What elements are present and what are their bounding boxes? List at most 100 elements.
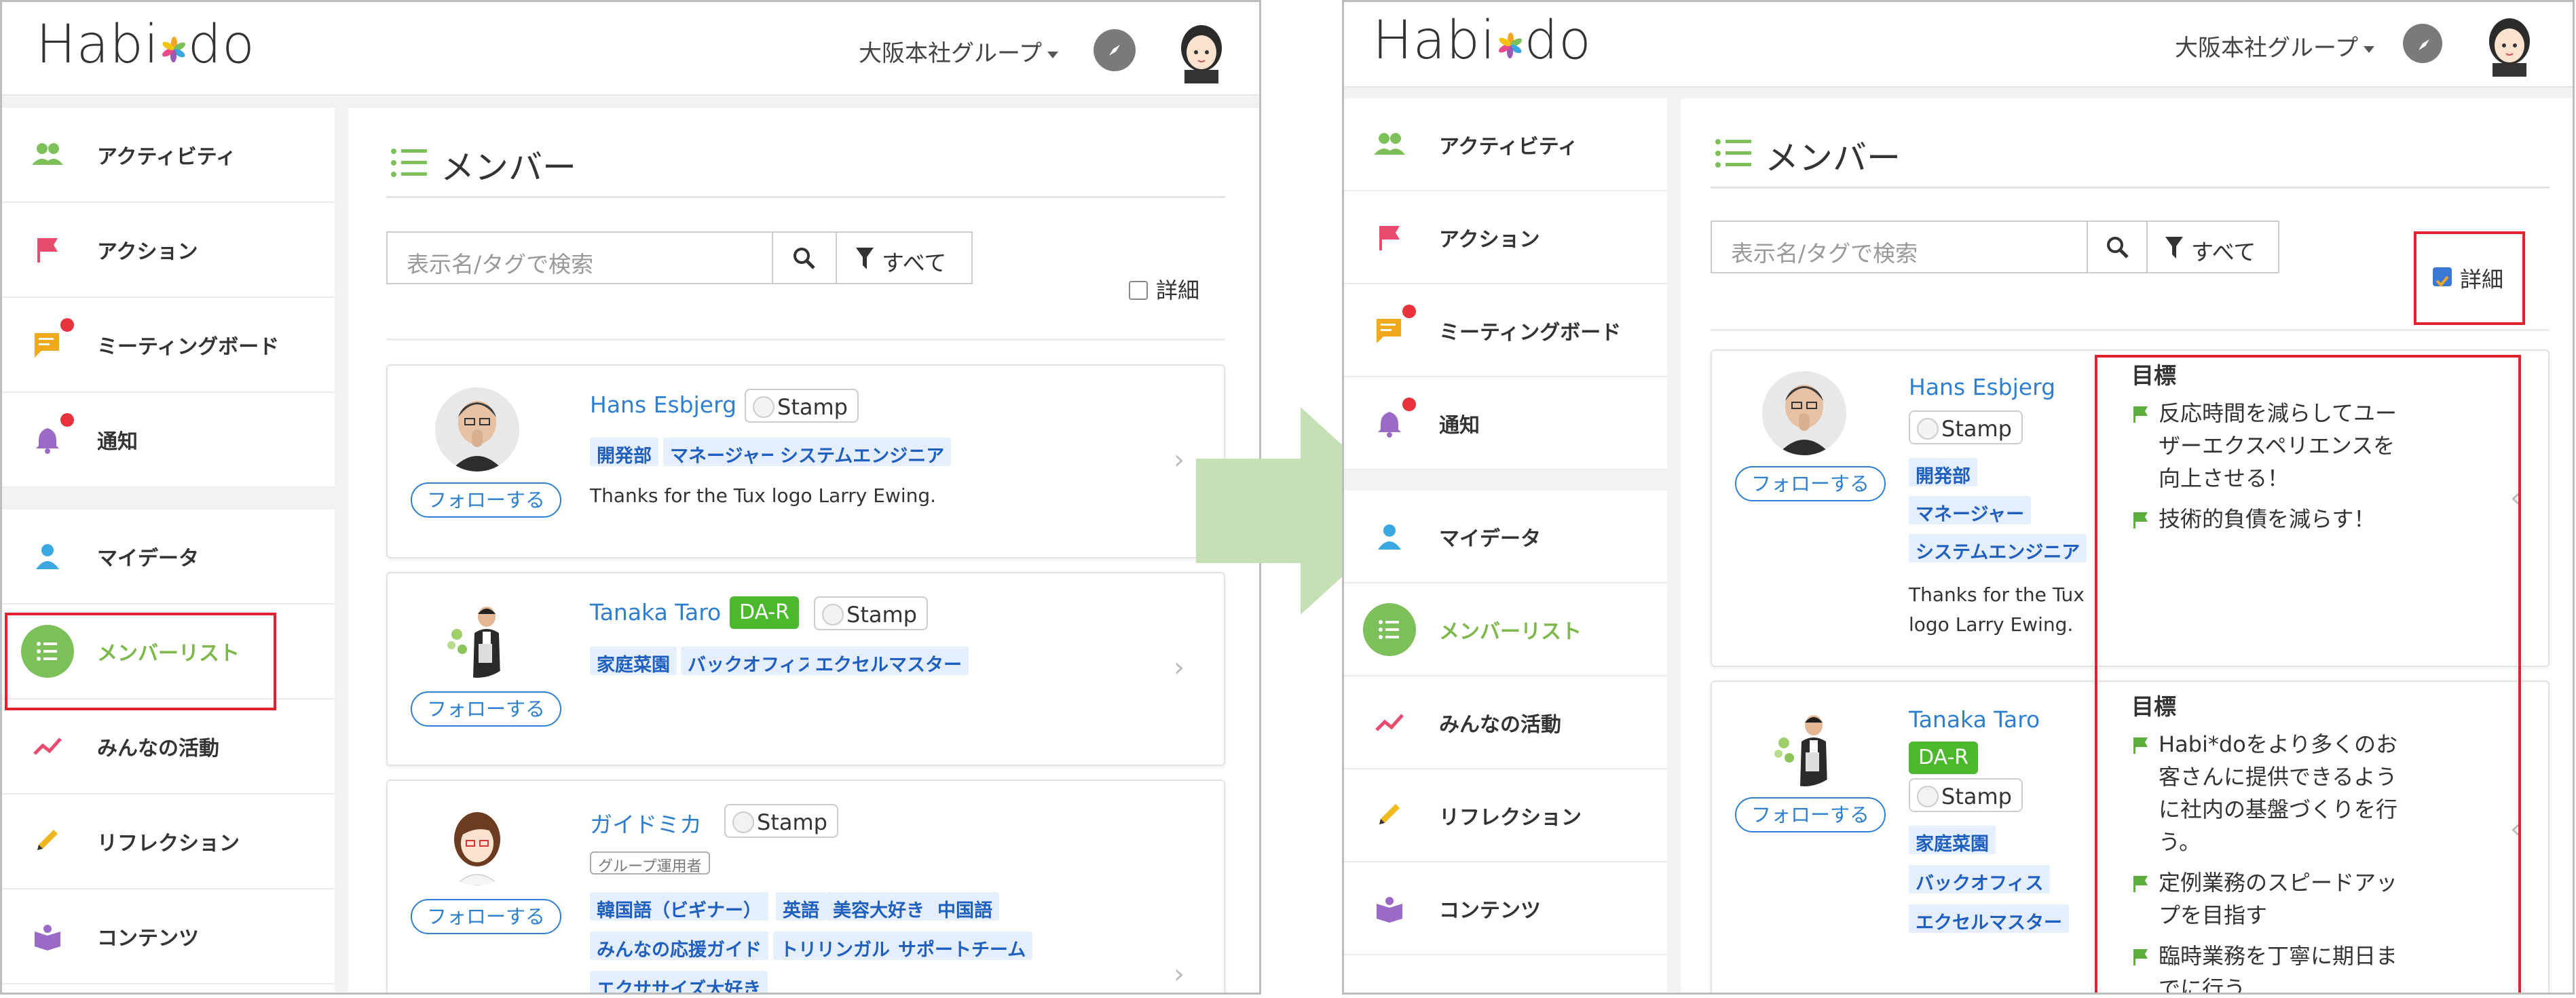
checkbox-box [1129,281,1148,300]
nav-action[interactable]: アクション [2,203,335,298]
nav-action[interactable]: アクション [1344,191,1667,284]
stamp-button[interactable]: Stamp [1909,778,2023,812]
member-tag[interactable]: 家庭菜園 [1909,826,1996,855]
habido-logo[interactable]: Habi do [1373,10,1592,71]
filter-button[interactable]: すべて [2146,220,2279,273]
member-message: Thanks for the Tux logo Larry Ewing. [1909,580,2085,640]
stamp-button[interactable]: Stamp [814,596,928,630]
pencil-icon [37,830,58,850]
message-line: logo Larry Ewing. [1909,613,2074,636]
member-card[interactable]: フォローする ガイドミカ Stamp グループ運用者 韓国語（ビギナー） 英語 … [386,780,1225,993]
person-icon [1378,524,1401,550]
habido-logo[interactable]: Habi do [36,14,255,75]
nav-contents[interactable]: コンテンツ [1344,862,1667,955]
nav-label: 通知 [97,430,138,454]
member-tag[interactable]: 開発部 [1909,458,1977,487]
bell-icon [1378,411,1401,438]
member-photo [435,594,519,678]
highlight-goals [2095,355,2521,993]
member-tag[interactable]: サポートチーム [891,932,1033,961]
bell-icon [36,428,59,454]
nav-meeting-board[interactable]: ミーティングボード [1344,284,1667,377]
member-name[interactable]: ガイドミカ [590,807,702,839]
search-input[interactable]: 表示名/タグで検索 [386,231,773,284]
member-tag[interactable]: 家庭菜園 [590,647,677,676]
group-badge: DA-R [1909,742,1979,774]
book-icon [35,925,60,951]
member-tag[interactable]: 中国語 [931,892,999,921]
compass-icon[interactable] [2403,24,2442,63]
member-name[interactable]: Tanaka Taro [590,599,721,626]
search-button[interactable] [772,231,837,284]
follow-button[interactable]: フォローする [411,482,561,518]
member-tag[interactable]: マネージャー [663,438,786,467]
list-icon [1363,602,1416,656]
compass-icon[interactable] [1094,29,1136,71]
member-tag[interactable]: システムエンジニア [1909,534,2087,563]
nav-label: アクティビティ [97,145,236,169]
nav-mydata[interactable]: マイデータ [2,510,335,604]
nav-label: 通知 [1439,413,1480,438]
app-header: Habi do 大阪本社グループ [2,2,1259,96]
nav-activity[interactable]: アクティビティ [1344,98,1667,191]
member-tag[interactable]: バックオフィス [681,647,823,676]
nav-contents[interactable]: コンテンツ [2,889,335,984]
nav-reflection[interactable]: リフレクション [2,794,335,889]
nav-reflection[interactable]: リフレクション [1344,769,1667,862]
member-name[interactable]: Hans Esbjerg [590,391,736,418]
follow-button[interactable]: フォローする [1735,797,1886,832]
nav-notification[interactable]: 通知 [1344,377,1667,470]
group-selector[interactable]: 大阪本社グループ [859,35,1058,68]
member-tag[interactable]: システムエンジニア [773,438,952,467]
stamp-button[interactable]: Stamp [745,389,859,423]
nav-meeting-board[interactable]: ミーティングボード [2,298,335,393]
notification-dot [60,413,74,427]
divider [386,339,1225,341]
filter-button[interactable]: すべて [836,231,973,284]
page-title: メンバー [1765,138,1901,178]
chat-icon [35,333,59,358]
follow-button[interactable]: フォローする [1735,466,1886,501]
member-tag[interactable]: エクササイズ大好き [590,971,768,993]
member-name[interactable]: Tanaka Taro [1909,706,2040,733]
follow-button[interactable]: フォローする [411,691,561,727]
divider [386,196,1225,198]
nav-everyone-activity[interactable]: みんなの活動 [1344,676,1667,769]
sidebar-bottom: マイデータ メンバーリスト みんなの活動 リフレクション コンテンツ [1344,491,1667,993]
nav-activity[interactable]: アクティビティ [2,108,335,203]
group-badge: DA-R [730,596,800,629]
logo-star-icon [160,37,187,62]
member-card[interactable]: フォローする Hans Esbjerg Stamp 開発部 マネージャー システ… [386,364,1225,558]
filter-label: すべて [882,250,947,276]
member-tag[interactable]: みんなの応援ガイド [590,932,768,961]
member-tag[interactable]: トリリンガル [773,932,897,961]
nav-member-list[interactable]: メンバーリスト [1344,583,1667,676]
member-tag[interactable]: 開発部 [590,438,658,467]
member-name[interactable]: Hans Esbjerg [1909,374,2055,400]
group-selector[interactable]: 大阪本社グループ [2175,29,2374,62]
member-tag[interactable]: エクセルマスター [1909,904,2069,934]
stamp-button[interactable]: Stamp [724,804,838,838]
user-avatar[interactable] [2479,9,2540,77]
stamp-button[interactable]: Stamp [1909,410,2023,444]
nav-mydata[interactable]: マイデータ [1344,491,1667,583]
member-card[interactable]: フォローする Tanaka Taro DA-R Stamp 家庭菜園 バックオフ… [386,572,1225,766]
member-tag[interactable]: エクセルマスター [808,647,969,676]
chevron-right-icon[interactable]: › [1174,652,1184,683]
member-tag[interactable]: 美容大好き [826,892,931,921]
member-tag[interactable]: 英語 [776,892,826,921]
member-tag[interactable]: バックオフィス [1909,865,2051,894]
member-tag[interactable]: マネージャー [1909,496,2032,525]
nav-everyone-activity[interactable]: みんなの活動 [2,699,335,794]
chat-icon [1377,318,1401,343]
follow-button[interactable]: フォローする [411,899,561,934]
member-tag[interactable]: 韓国語（ビギナー） [590,892,768,921]
chevron-right-icon[interactable]: › [1174,444,1184,476]
user-avatar[interactable] [1171,16,1232,83]
chevron-right-icon[interactable]: › [1174,959,1184,990]
nav-notification[interactable]: 通知 [2,393,335,488]
search-button[interactable] [2087,220,2148,273]
highlight-member-list [5,613,276,710]
search-input[interactable]: 表示名/タグで検索 [1711,220,2088,273]
detail-checkbox[interactable]: 詳細 [1129,273,1199,305]
